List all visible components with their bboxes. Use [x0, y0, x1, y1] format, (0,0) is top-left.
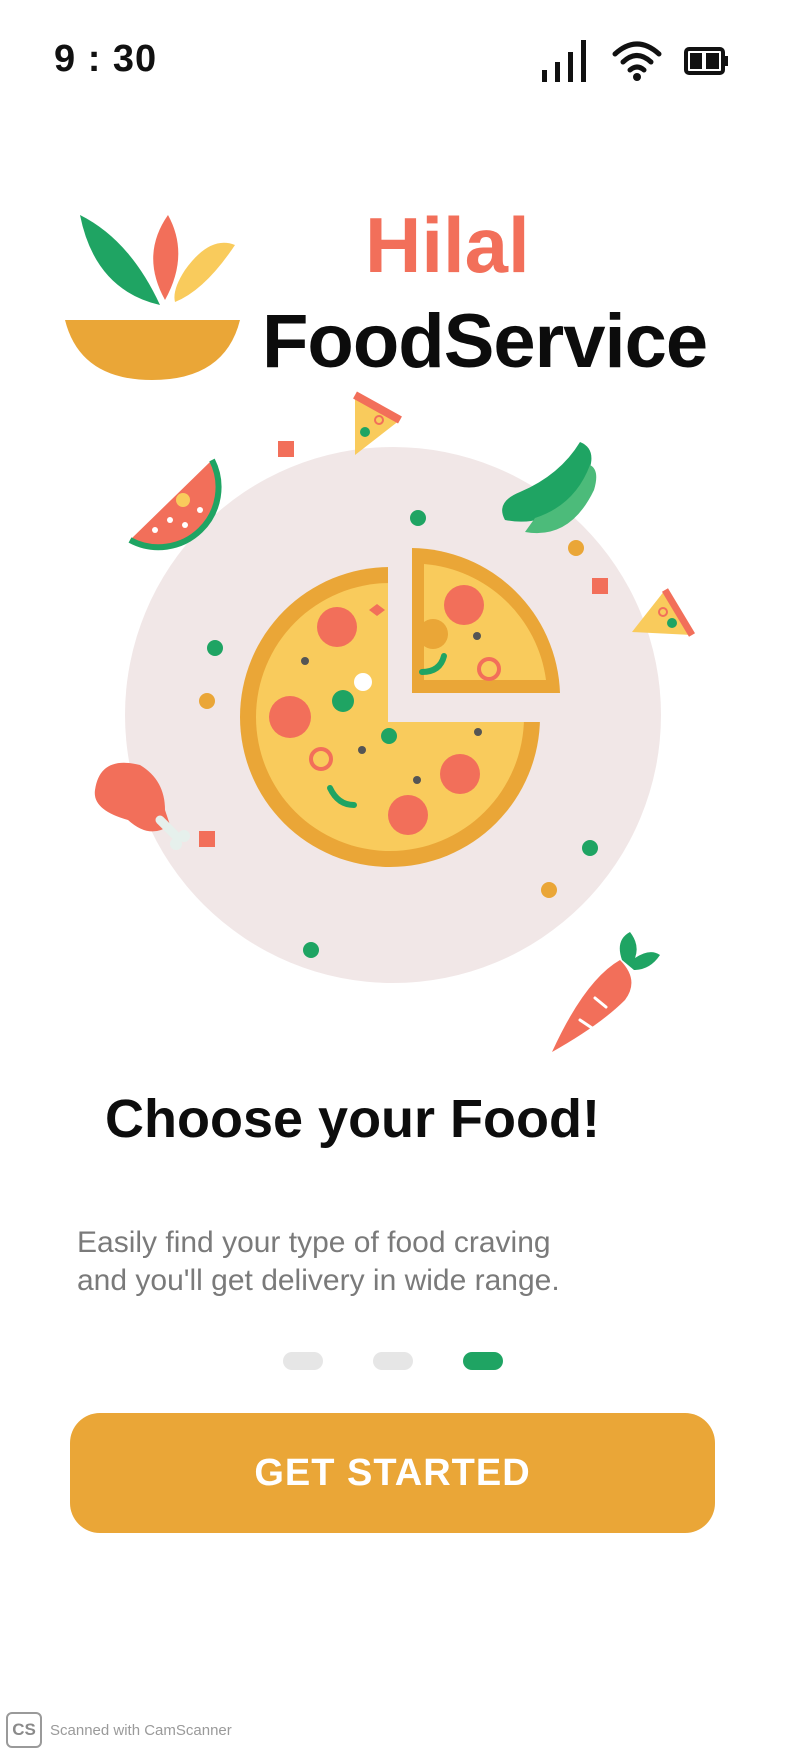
salad-bowl-logo-icon	[65, 215, 240, 380]
camscanner-logo-icon: CS	[6, 1712, 42, 1748]
get-started-button[interactable]: GET STARTED	[70, 1413, 715, 1533]
page-dot-1[interactable]	[283, 1352, 323, 1370]
description-line-2: and you'll get delivery in wide range.	[77, 1264, 560, 1297]
pizza-slice-icon	[353, 391, 402, 455]
brand-name-hilal: Hilal	[365, 201, 530, 289]
food-illustration	[94, 391, 696, 1052]
onboarding-description: Easily find your type of food craving an…	[77, 1224, 677, 1300]
description-line-1: Easily find your type of food craving	[77, 1226, 551, 1259]
brand-name-foodservice: FoodService	[262, 299, 708, 384]
page-indicator	[283, 1352, 523, 1372]
onboarding-title: Choose your Food!	[105, 1089, 600, 1149]
watermark-text: Scanned with CamScanner	[50, 1721, 232, 1739]
pizza-slice-icon-small	[632, 588, 696, 637]
brand-header: Hilal FoodService	[0, 0, 786, 400]
carrot-icon	[552, 932, 660, 1052]
scanner-watermark: CS Scanned with CamScanner	[6, 1712, 232, 1748]
page-dot-2[interactable]	[373, 1352, 413, 1370]
page-dot-3-active[interactable]	[463, 1352, 503, 1370]
